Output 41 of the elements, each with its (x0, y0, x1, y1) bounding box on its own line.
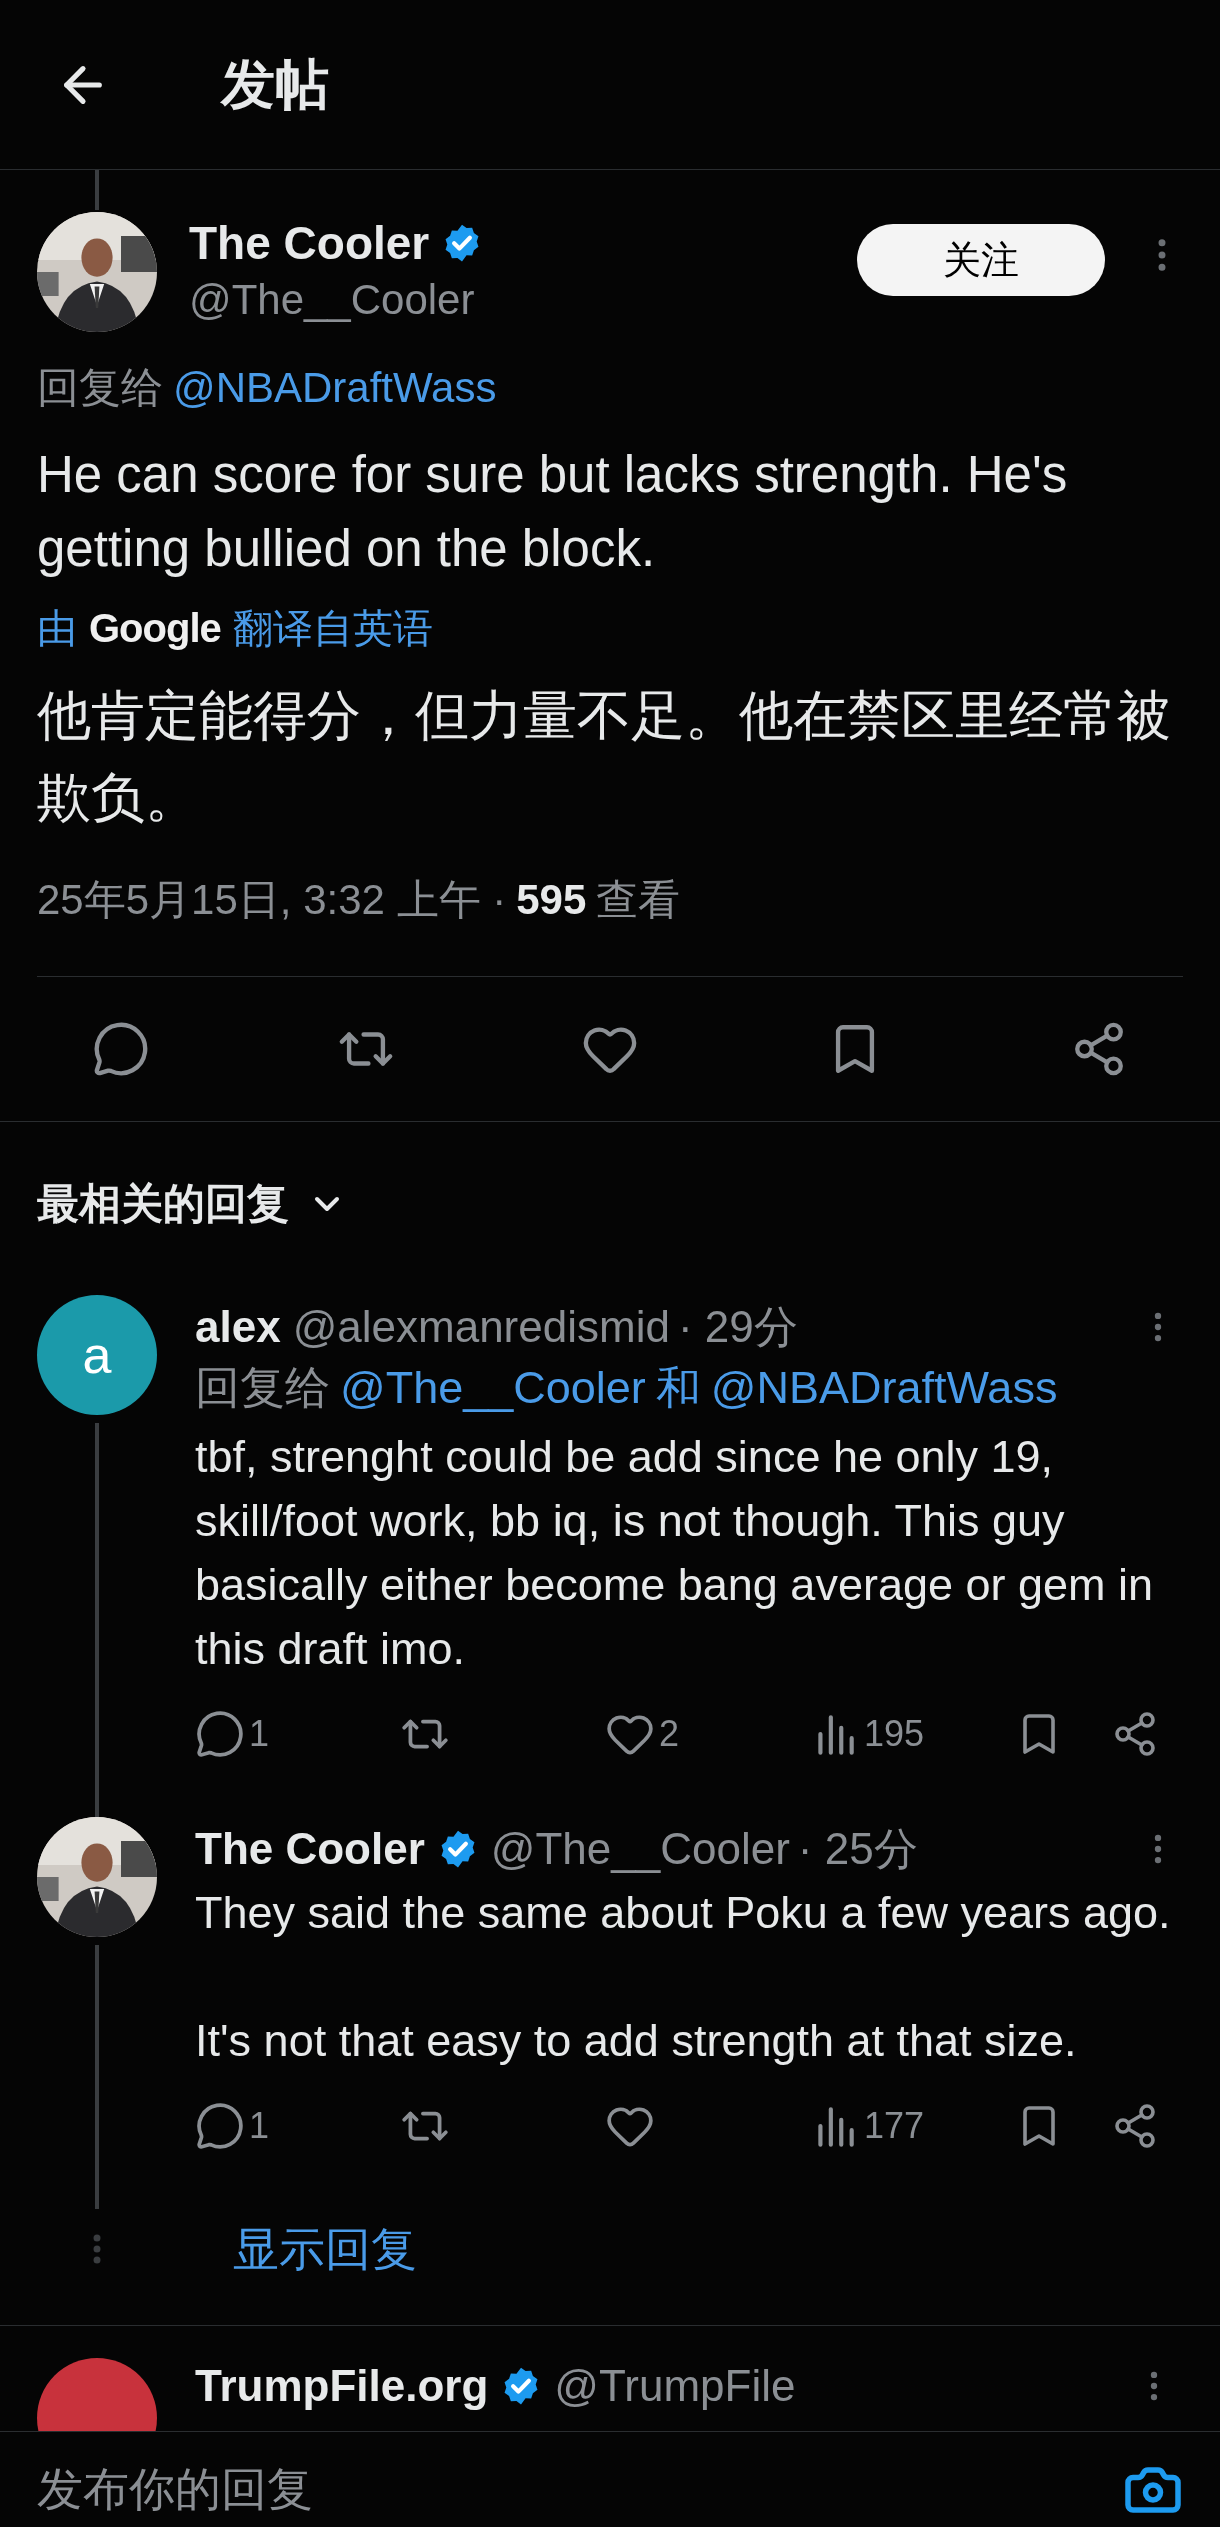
google-logo: Google (89, 605, 221, 652)
views-button[interactable]: 195 (810, 1707, 925, 1761)
mention-link[interactable]: @The__Cooler (340, 1355, 646, 1421)
post-time: · 25分 (797, 1823, 918, 1875)
thread-dots-icon (93, 2234, 101, 2264)
author-handle: @TrumpFile (554, 2360, 796, 2412)
mention-link[interactable]: @NBADraftWass (710, 1355, 1058, 1421)
views-button[interactable]: 177 (810, 2099, 925, 2153)
translated-by-label: 由 (37, 605, 77, 652)
author-handle: @alexmanredismid (292, 1301, 670, 1353)
post-time: · 29分 (677, 1301, 798, 1353)
author-name: The Cooler (189, 216, 430, 271)
reply-text: tbf, strenght could be add since he only 19, skill/foot work, bb iq, is not though. This guy basically either become bang average or gem in this draft imo. (195, 1430, 1155, 1676)
author-name: alex (195, 1301, 281, 1353)
follow-button[interactable]: 关注 (857, 224, 1105, 296)
speech-bubble-icon (92, 1020, 150, 1078)
post-text: He can score for sure but lacks strength. He's getting bullied on the block. (37, 445, 1069, 579)
author-name: The Cooler (195, 1823, 425, 1875)
reply-button[interactable]: 1 (195, 1707, 270, 1761)
views-label: 查看 (596, 875, 681, 925)
reply-button[interactable]: 1 (195, 2099, 270, 2153)
reply-text: They said the same about Poku a few years ago. It's not that easy to add strength at that size. (195, 1886, 1172, 2068)
reply-input-field[interactable]: 发布你的回复 (37, 2435, 1123, 2524)
post-timestamp: 25年5月15日, 3:32 上午 · (37, 875, 507, 925)
like-button[interactable]: 2 (605, 1707, 680, 1761)
speech-bubble-icon (195, 2101, 245, 2151)
translation-source-link[interactable]: 翻译自英语 (232, 600, 433, 656)
mention-joiner: 和 (655, 1361, 701, 1415)
author-handle: @The__Cooler (490, 1823, 790, 1875)
view-count: 595 (516, 875, 587, 925)
mention-link[interactable]: @NBADraftWass (173, 360, 497, 416)
reply-button[interactable] (92, 1020, 150, 1078)
reply-to-label: 回复给 (195, 1361, 330, 1415)
reply-to-label: 回复给 (37, 363, 163, 413)
speech-bubble-icon (195, 1709, 245, 1759)
author-name: TrumpFile.org (195, 2360, 489, 2412)
translated-text: 他肯定能得分，但力量不足。他在禁区里经常被欺负。 (37, 684, 1172, 829)
show-replies-link[interactable]: 显示回复 (233, 2214, 417, 2284)
sort-replies-dropdown[interactable]: 最相关的回复 (37, 1172, 347, 1235)
page-title: 发帖 (221, 53, 329, 116)
author-handle: @The__Cooler (189, 275, 476, 325)
